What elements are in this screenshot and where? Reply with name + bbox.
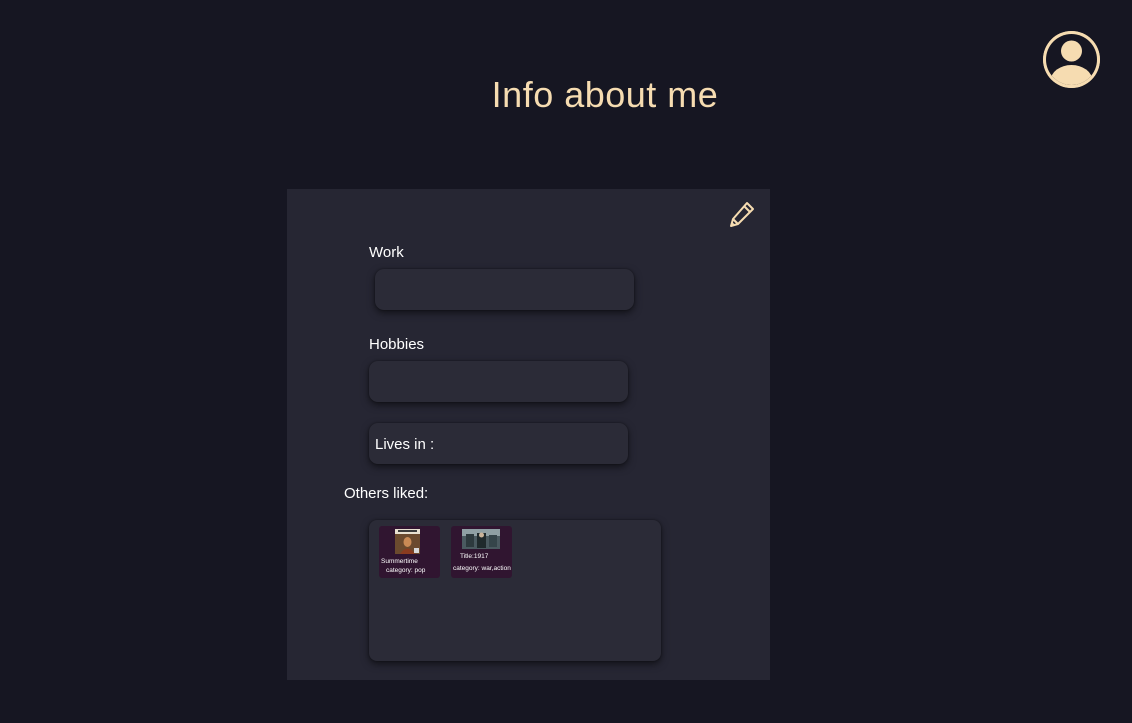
lives-in-label: Lives in : [375,436,435,453]
liked-item-category: category: war,action [453,565,511,572]
liked-item-title: Summertime [381,558,418,565]
liked-item[interactable]: Title:1917 category: war,action [451,526,512,578]
liked-item-title: Title:1917 [460,553,489,560]
others-liked-list: Summertime category: pop Title:1917 cate… [369,520,661,661]
liked-item[interactable]: Summertime category: pop [379,526,440,578]
page-title: Info about me [491,74,719,115]
movie-poster-thumbnail [462,529,500,549]
others-liked-label: Others liked: [344,485,429,502]
lives-in-field[interactable]: Lives in : [369,423,628,464]
album-cover-thumbnail [395,529,420,554]
liked-item-category: category: pop [386,567,426,574]
hobbies-field[interactable] [369,361,628,402]
profile-info-card: Work Hobbies Lives in : Others liked: Su… [287,189,770,680]
work-label: Work [369,244,404,261]
hobbies-label: Hobbies [369,336,425,353]
work-field[interactable] [375,269,634,310]
pencil-icon[interactable] [727,199,757,229]
